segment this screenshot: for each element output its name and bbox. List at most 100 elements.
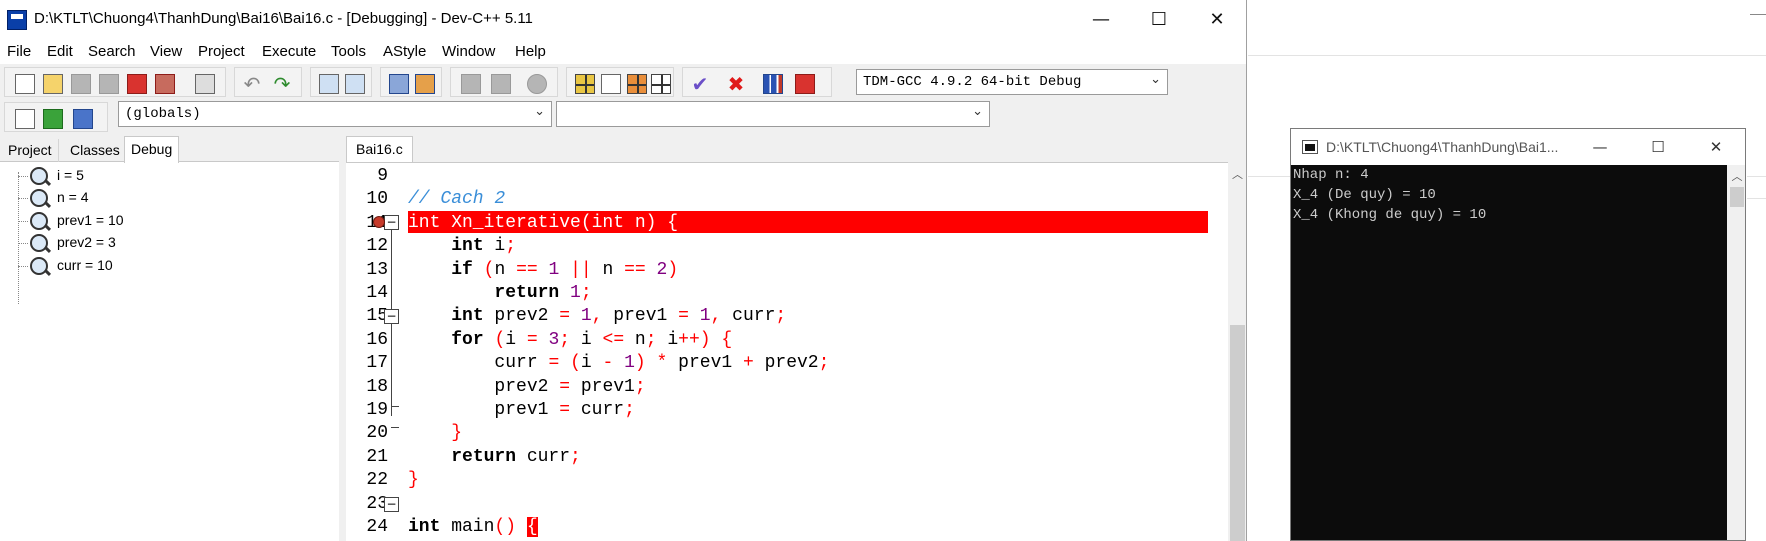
class-browser-icon[interactable] — [627, 74, 647, 94]
code-line[interactable]: 17 curr = (i - 1) * prev1 + prev2; — [346, 352, 1226, 375]
console-title: D:\KTLT\Chuong4\ThanhDung\Bai1... — [1326, 139, 1559, 155]
maximize-button[interactable]: ☐ — [1130, 0, 1188, 40]
profile-icon[interactable] — [763, 74, 783, 94]
minimize-button[interactable]: — — [1072, 0, 1130, 40]
file-toolbar-group — [4, 67, 226, 97]
close-button[interactable]: ✕ — [1188, 0, 1246, 40]
code-line[interactable]: 15 int prev2 = 1, prev1 = 1, curr; — [346, 305, 1226, 328]
scope-select[interactable]: (globals) ⌄ — [118, 101, 552, 127]
menu-help[interactable]: Help — [515, 43, 546, 60]
indent-icon[interactable] — [389, 74, 409, 94]
close-file-icon[interactable] — [127, 74, 147, 94]
close-all-icon[interactable] — [155, 74, 175, 94]
compiler-select[interactable]: TDM-GCC 4.9.2 64-bit Debug ⌄ — [856, 69, 1168, 95]
code-line[interactable]: 11int Xn_iterative(int n) { — [346, 212, 1226, 235]
code-line[interactable]: 22} — [346, 469, 1226, 492]
console-maximize-button[interactable]: ☐ — [1629, 129, 1687, 165]
scrollbar-thumb[interactable] — [1230, 325, 1245, 541]
stop-icon[interactable] — [527, 74, 547, 94]
new-project-icon[interactable] — [15, 109, 35, 129]
code-editor[interactable]: 910// Cach 211int Xn_iterative(int n) {1… — [346, 162, 1246, 541]
watch-item[interactable]: prev1 = 10 — [30, 211, 330, 231]
grid-icon[interactable] — [651, 74, 671, 94]
background-divider — [1248, 176, 1290, 177]
tree-connector — [18, 221, 28, 222]
breakpoint-icon[interactable] — [373, 216, 385, 228]
code-line[interactable]: 19 prev1 = curr; — [346, 399, 1226, 422]
code-text: curr = (i - 1) * prev1 + prev2; — [408, 353, 830, 374]
save-icon[interactable] — [71, 74, 91, 94]
code-line[interactable]: 18 prev2 = prev1; — [346, 376, 1226, 399]
unindent-icon[interactable] — [415, 74, 435, 94]
code-line[interactable]: 16 for (i = 3; i <= n; i++) { — [346, 329, 1226, 352]
code-text: for (i = 3; i <= n; i++) { — [451, 329, 733, 350]
new-file-icon[interactable] — [15, 74, 35, 94]
background-minimize-icon — [1750, 14, 1766, 15]
console-window[interactable]: D:\KTLT\Chuong4\ThanhDung\Bai1... — ☐ ✕ … — [1290, 128, 1746, 541]
background-divider — [1747, 176, 1766, 177]
menu-file[interactable]: File — [7, 43, 31, 60]
menu-edit[interactable]: Edit — [47, 43, 73, 60]
menu-astyle[interactable]: AStyle — [383, 43, 426, 60]
menu-search[interactable]: Search — [88, 43, 136, 60]
watch-item[interactable]: i = 5 — [30, 166, 330, 186]
redo-icon[interactable]: ↷ — [271, 72, 293, 96]
tile-icon[interactable] — [575, 74, 595, 94]
fold-collapse-icon[interactable]: − — [384, 215, 399, 230]
line-number: 19 — [366, 400, 388, 420]
code-line[interactable]: 10 // Cach 2 — [346, 188, 1226, 211]
console-output[interactable]: Nhap n: 4 X_4 (De quy) = 10 X_4 (Khong d… — [1291, 165, 1727, 540]
menu-tools[interactable]: Tools — [331, 43, 366, 60]
code-line[interactable]: 14 return 1; — [346, 282, 1226, 305]
scroll-up-icon[interactable]: ︿ — [1228, 166, 1246, 182]
code-line[interactable]: 12 int i; — [346, 235, 1226, 258]
menu-project[interactable]: Project — [198, 43, 245, 60]
code-line[interactable]: 23 — [346, 493, 1226, 516]
tab-classes[interactable]: Classes — [64, 139, 127, 162]
watch-item[interactable]: curr = 10 — [30, 256, 330, 276]
line-number: 16 — [366, 329, 388, 350]
code-line[interactable]: 24 int main() { — [346, 516, 1226, 539]
toggle-bookmark-icon[interactable] — [491, 74, 511, 94]
watch-item[interactable]: n = 4 — [30, 188, 330, 208]
code-line[interactable]: 21 return curr; — [346, 446, 1226, 469]
find-icon[interactable] — [319, 74, 339, 94]
menu-execute[interactable]: Execute — [262, 43, 316, 60]
console-scrollbar[interactable]: ︿ — [1727, 165, 1745, 540]
code-text: prev2 = prev1; — [408, 376, 646, 397]
console-minimize-button[interactable]: — — [1571, 129, 1629, 165]
check-syntax-icon[interactable]: ✔ — [689, 72, 711, 96]
menu-window[interactable]: Window — [442, 43, 495, 60]
open-file-icon[interactable] — [43, 74, 63, 94]
menu-view[interactable]: View — [150, 43, 182, 60]
delete-icon[interactable]: ✖ — [725, 72, 747, 96]
tab-project[interactable]: Project — [2, 139, 59, 162]
print-icon[interactable] — [195, 74, 215, 94]
code-line[interactable]: 9 — [346, 165, 1226, 188]
project-options-icon[interactable] — [73, 109, 93, 129]
scrollbar-thumb[interactable] — [1730, 187, 1744, 207]
chevron-down-icon: ⌄ — [1150, 72, 1161, 87]
code-text: int prev2 = 1, prev1 = 1, curr; — [451, 306, 787, 327]
editor-scrollbar[interactable]: ︿ — [1228, 162, 1246, 541]
fold-collapse-icon[interactable]: − — [384, 309, 399, 324]
replace-icon[interactable] — [345, 74, 365, 94]
add-to-project-icon[interactable] — [43, 109, 63, 129]
line-number: 20 — [366, 423, 388, 444]
save-all-icon[interactable] — [99, 74, 119, 94]
code-line[interactable]: 13 if (n == 1 || n == 2) — [346, 259, 1226, 282]
watch-item[interactable]: prev2 = 3 — [30, 233, 330, 253]
goto-bookmark-icon[interactable] — [461, 74, 481, 94]
chevron-down-icon: ⌄ — [972, 104, 983, 119]
undo-toolbar-group: ↶ ↷ — [234, 67, 302, 97]
window-icon[interactable] — [601, 74, 621, 94]
undo-icon[interactable]: ↶ — [241, 72, 263, 96]
code-line[interactable]: 20 } — [346, 422, 1226, 445]
tab-bai16[interactable]: Bai16.c — [346, 136, 413, 163]
scroll-up-icon[interactable]: ︿ — [1727, 168, 1745, 184]
fold-collapse-icon[interactable]: − — [384, 497, 399, 512]
console-close-button[interactable]: ✕ — [1687, 129, 1745, 165]
member-select[interactable]: ⌄ — [556, 101, 990, 127]
tab-debug[interactable]: Debug — [124, 136, 180, 163]
abort-icon[interactable] — [795, 74, 815, 94]
